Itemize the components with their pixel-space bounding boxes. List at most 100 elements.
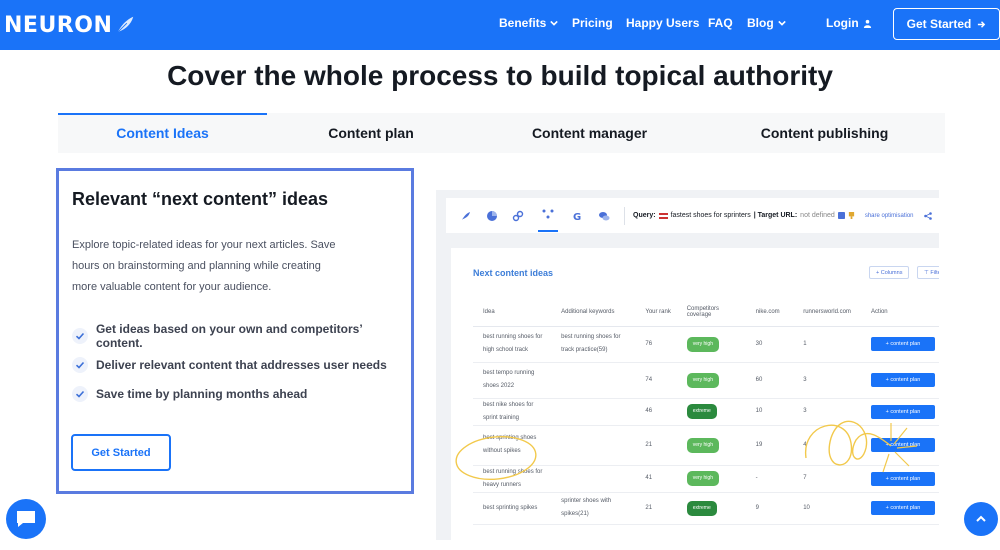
nav-happy-users[interactable]: Happy Users bbox=[626, 16, 699, 30]
idea-cell: best sprinting spikes bbox=[473, 492, 552, 525]
add-content-plan-button[interactable]: + content plan bbox=[870, 438, 935, 452]
coverage-badge: very high bbox=[686, 336, 719, 352]
trophy-icon[interactable] bbox=[848, 212, 855, 219]
action-cell: + content plan bbox=[860, 398, 939, 426]
chat-widget-button[interactable] bbox=[6, 499, 46, 539]
nav-blog[interactable]: Blog bbox=[747, 16, 786, 30]
benefit-text: Get ideas based on your own and competit… bbox=[95, 321, 363, 350]
nike-cell: 60 bbox=[745, 362, 794, 399]
card-title: Relevant “next content” ideas bbox=[72, 189, 329, 209]
idea-cell: best running shoes for high school track bbox=[473, 326, 552, 363]
user-icon bbox=[863, 19, 871, 28]
edit-icon[interactable] bbox=[837, 212, 845, 219]
action-cell: + content plan bbox=[860, 326, 939, 363]
nav-pricing[interactable]: Pricing bbox=[572, 16, 613, 30]
benefit-text: Save time by planning months ahead bbox=[96, 386, 308, 401]
network-icon bbox=[538, 209, 558, 232]
target-value: not defined bbox=[800, 212, 835, 219]
nav-benefits[interactable]: Benefits bbox=[499, 16, 559, 30]
column-header[interactable]: Competitors coverage bbox=[676, 298, 746, 327]
rank-cell: 21 bbox=[635, 425, 677, 466]
idea-cell: best running shoes for heavy runners bbox=[473, 465, 552, 493]
add-content-plan-button[interactable]: + content plan bbox=[870, 373, 935, 387]
card-description-line: Explore topic-related ideas for your nex… bbox=[72, 239, 336, 251]
feather-icon bbox=[462, 211, 470, 220]
feather-icon bbox=[117, 16, 134, 33]
query-value: fastest shoes for sprinters bbox=[670, 212, 751, 219]
column-header[interactable]: Your rank bbox=[635, 298, 677, 327]
nav-blog-label: Blog bbox=[747, 16, 774, 30]
card-description: Explore topic-related ideas for your nex… bbox=[72, 235, 372, 298]
nav-happy-users-label: Happy Users bbox=[626, 16, 700, 30]
add-content-plan-button[interactable]: + content plan bbox=[870, 471, 935, 486]
rank-cell: 46 bbox=[635, 398, 677, 426]
nav-cta-label: Get Started bbox=[906, 17, 972, 31]
nav-get-started-button[interactable]: Get Started bbox=[893, 8, 1000, 40]
action-cell: + content plan bbox=[860, 425, 939, 466]
coverage-cell: very high bbox=[676, 362, 746, 399]
columns-button[interactable]: + Columns bbox=[869, 266, 910, 279]
feature-tabs: Content Ideas Content plan Content manag… bbox=[58, 113, 945, 153]
query-label: Query: bbox=[633, 212, 656, 219]
chat-icon bbox=[17, 511, 35, 527]
chevron-down-icon bbox=[777, 20, 786, 26]
action-cell: + content plan bbox=[860, 465, 939, 493]
keywords-cell: best running shoes for track practice(59… bbox=[551, 326, 636, 363]
tab-content-plan[interactable]: Content plan bbox=[267, 113, 475, 153]
table-row: best sprinting spikes sprinter shoes with… bbox=[473, 492, 939, 525]
idea-cell: best nike shoes for sprint training bbox=[473, 398, 552, 426]
card-description-line: more valuable content for your audience. bbox=[72, 281, 272, 293]
nike-cell: - bbox=[745, 465, 794, 493]
keywords-cell bbox=[551, 398, 636, 426]
target-label: | Target URL: bbox=[753, 212, 798, 219]
table-row: best running shoes for high school track… bbox=[473, 326, 939, 363]
keywords-cell bbox=[551, 425, 636, 466]
filters-button[interactable]: ⊤ Filters bbox=[917, 266, 939, 279]
coverage-cell: very high bbox=[676, 465, 746, 493]
table-row: best tempo running shoes 2022 74 very high… bbox=[473, 362, 939, 399]
chevron-up-icon bbox=[976, 515, 986, 522]
ideas-table: Idea Additional keywords Your rank Compe… bbox=[473, 298, 939, 525]
column-header[interactable]: Additional keywords bbox=[551, 298, 636, 327]
tab-content-ideas[interactable]: Content Ideas bbox=[58, 113, 267, 153]
runnersworld-cell: 3 bbox=[793, 398, 861, 426]
runnersworld-cell: 4 bbox=[793, 425, 861, 466]
benefit-list: Get ideas based on your own and competit… bbox=[72, 321, 411, 408]
column-header[interactable]: Idea bbox=[473, 298, 552, 327]
tab-content-publishing[interactable]: Content publishing bbox=[704, 113, 945, 153]
table-header-row: Idea Additional keywords Your rank Compe… bbox=[473, 298, 939, 327]
add-content-plan-button[interactable]: + content plan bbox=[870, 501, 935, 515]
toolbar-divider bbox=[624, 206, 625, 225]
tab-content-manager[interactable]: Content manager bbox=[475, 113, 704, 153]
keywords-cell bbox=[551, 465, 636, 493]
check-icon bbox=[72, 356, 88, 373]
nike-cell: 19 bbox=[745, 425, 794, 466]
nav-benefits-label: Benefits bbox=[499, 16, 547, 30]
column-header[interactable]: nike.com bbox=[745, 298, 794, 327]
column-header: Action bbox=[860, 298, 939, 327]
nav-faq[interactable]: FAQ bbox=[708, 16, 733, 30]
check-icon bbox=[72, 327, 88, 344]
benefit-item: Save time by planning months ahead bbox=[72, 379, 411, 408]
benefit-item: Deliver relevant content that addresses … bbox=[72, 350, 411, 379]
add-content-plan-button[interactable]: + content plan bbox=[870, 337, 935, 351]
rank-cell: 41 bbox=[635, 465, 677, 493]
coverage-cell: extreme bbox=[676, 492, 746, 525]
next-content-ideas-panel: Next content ideas + Columns ⊤ Filters I… bbox=[451, 248, 939, 540]
share-optimisation-link[interactable]: share optimisation bbox=[865, 213, 914, 219]
nav-faq-label: FAQ bbox=[708, 16, 733, 30]
add-content-plan-button[interactable]: + content plan bbox=[870, 404, 935, 419]
column-header[interactable]: runnersworld.com bbox=[793, 298, 861, 327]
panel-title: Next content ideas bbox=[473, 268, 554, 278]
neuron-logo[interactable]: NEURON bbox=[4, 11, 136, 39]
keywords-cell: sprinter shoes with spikes(21) bbox=[551, 492, 636, 525]
card-get-started-button[interactable]: Get Started bbox=[71, 434, 171, 471]
share-icon[interactable] bbox=[923, 211, 932, 220]
keywords-cell bbox=[551, 362, 636, 399]
pie-chart-icon bbox=[487, 210, 497, 221]
scroll-to-top-button[interactable] bbox=[964, 502, 998, 536]
nav-login[interactable]: Login bbox=[826, 16, 872, 30]
top-navbar: NEURON Benefits Pricing Happy Users FAQ … bbox=[0, 0, 1000, 50]
us-flag-icon bbox=[658, 212, 668, 219]
link-icon bbox=[512, 210, 524, 221]
